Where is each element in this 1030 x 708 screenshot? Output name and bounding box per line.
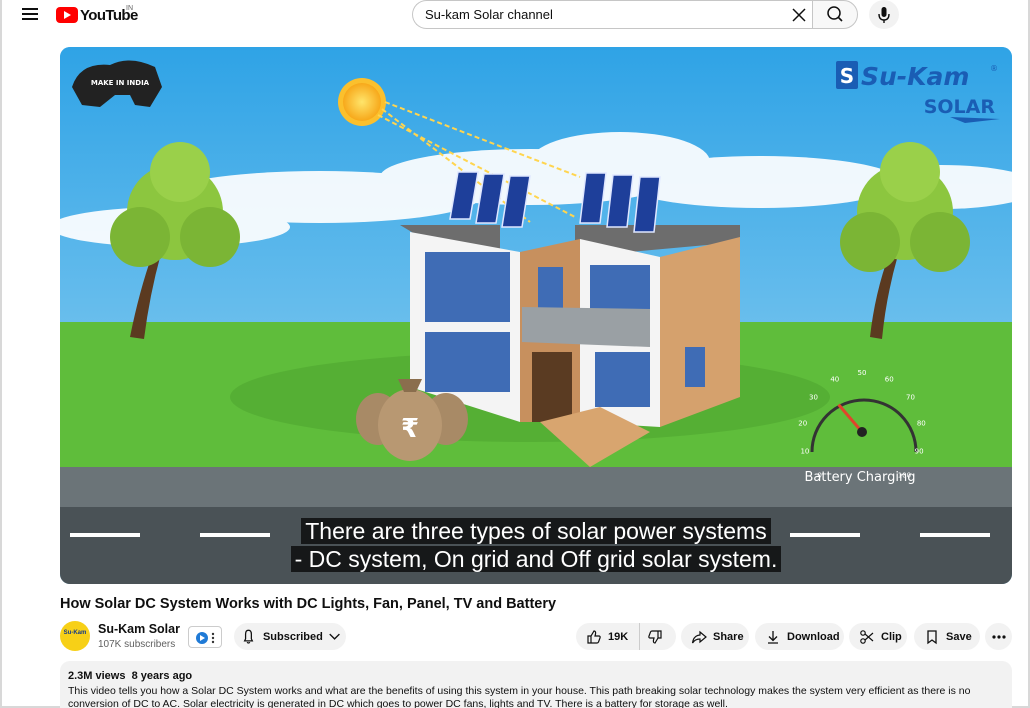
channel-name[interactable]: Su-Kam Solar bbox=[98, 622, 180, 636]
chevron-down-icon bbox=[329, 633, 340, 640]
subscribed-label: Subscribed bbox=[262, 630, 323, 643]
more-horizontal-icon bbox=[991, 634, 1006, 639]
battery-label: Battery Charging bbox=[804, 470, 915, 485]
thumbs-up-icon bbox=[587, 629, 601, 644]
country-code: IN bbox=[126, 5, 133, 12]
menu-icon[interactable] bbox=[22, 8, 38, 21]
like-dislike-group: 19K bbox=[576, 623, 676, 650]
gauge-tick-label: 50 bbox=[858, 369, 867, 377]
gauge-tick-label: 10 bbox=[800, 448, 809, 456]
gauge-tick-label: 30 bbox=[809, 394, 818, 402]
search-button[interactable] bbox=[812, 0, 858, 29]
channel-membership-chip[interactable] bbox=[188, 626, 222, 648]
svg-text:®: ® bbox=[990, 64, 998, 73]
scissors-icon bbox=[860, 629, 874, 644]
youtube-logo[interactable]: YouTube IN bbox=[56, 5, 138, 25]
video-frame: ₹ 0102030405060708090100 Battery Chargin… bbox=[60, 47, 1012, 584]
thumbs-down-icon bbox=[648, 629, 662, 644]
video-player[interactable]: ₹ 0 10 20 30 40 50 60 70 80 90 100 Battery Chargin… bbox=[60, 47, 1012, 584]
share-button[interactable]: Share bbox=[681, 623, 749, 650]
gauge-tick-label: 90 bbox=[915, 448, 924, 456]
gauge-tick-label: 70 bbox=[906, 394, 915, 402]
svg-text:MAKE IN INDIA: MAKE IN INDIA bbox=[91, 79, 150, 87]
svg-text:SOLAR: SOLAR bbox=[924, 96, 996, 118]
svg-text:S: S bbox=[840, 64, 854, 88]
search-icon bbox=[827, 6, 843, 22]
video-title: How Solar DC System Works with DC Lights… bbox=[60, 596, 557, 612]
subscribed-button[interactable]: Subscribed bbox=[234, 623, 346, 650]
channel-badge-icon bbox=[196, 632, 215, 644]
download-icon bbox=[768, 630, 778, 644]
download-button[interactable]: Download bbox=[755, 623, 844, 650]
gauge-tick-label: 80 bbox=[917, 420, 926, 428]
save-button[interactable]: Save bbox=[914, 623, 980, 650]
dislike-button[interactable] bbox=[640, 623, 676, 650]
caption-line-2: - DC system, On grid and Off grid solar … bbox=[60, 545, 1012, 573]
upload-age: 8 years ago bbox=[131, 670, 193, 682]
bookmark-icon bbox=[927, 629, 937, 644]
channel-avatar[interactable]: Su-Kam bbox=[60, 621, 90, 651]
description-box[interactable]: 2.3M views 8 years ago This video tells … bbox=[60, 661, 1012, 708]
svg-text:Su-Kam: Su-Kam bbox=[861, 62, 969, 91]
like-button[interactable]: 19K bbox=[576, 623, 640, 650]
search-input[interactable]: Su-kam Solar channel bbox=[425, 7, 553, 22]
youtube-play-icon bbox=[56, 7, 78, 23]
view-stats: 2.3M views 8 years ago bbox=[68, 670, 192, 682]
gauge-tick-label: 60 bbox=[885, 376, 894, 384]
share-icon bbox=[691, 630, 707, 643]
like-count: 19K bbox=[608, 630, 629, 643]
gauge-tick-label: 40 bbox=[830, 376, 839, 384]
search-box[interactable]: Su-kam Solar channel bbox=[412, 0, 816, 29]
rupee-symbol: ₹ bbox=[401, 414, 419, 444]
gauge-tick-label: 20 bbox=[798, 420, 807, 428]
clip-button[interactable]: Clip bbox=[849, 623, 907, 650]
view-count: 2.3M views bbox=[68, 670, 126, 682]
bell-icon bbox=[243, 629, 254, 644]
subscriber-count: 107K subscribers bbox=[98, 639, 176, 650]
description-text: This video tells you how a Solar DC Syst… bbox=[68, 685, 971, 708]
microphone-icon bbox=[878, 7, 890, 23]
more-actions-button[interactable] bbox=[985, 623, 1012, 650]
masthead: YouTube IN Su-kam Solar channel bbox=[0, 0, 1030, 30]
clear-icon[interactable] bbox=[791, 7, 807, 23]
voice-search-button[interactable] bbox=[869, 0, 899, 29]
caption-line-1: There are three types of solar power sys… bbox=[60, 517, 1012, 545]
